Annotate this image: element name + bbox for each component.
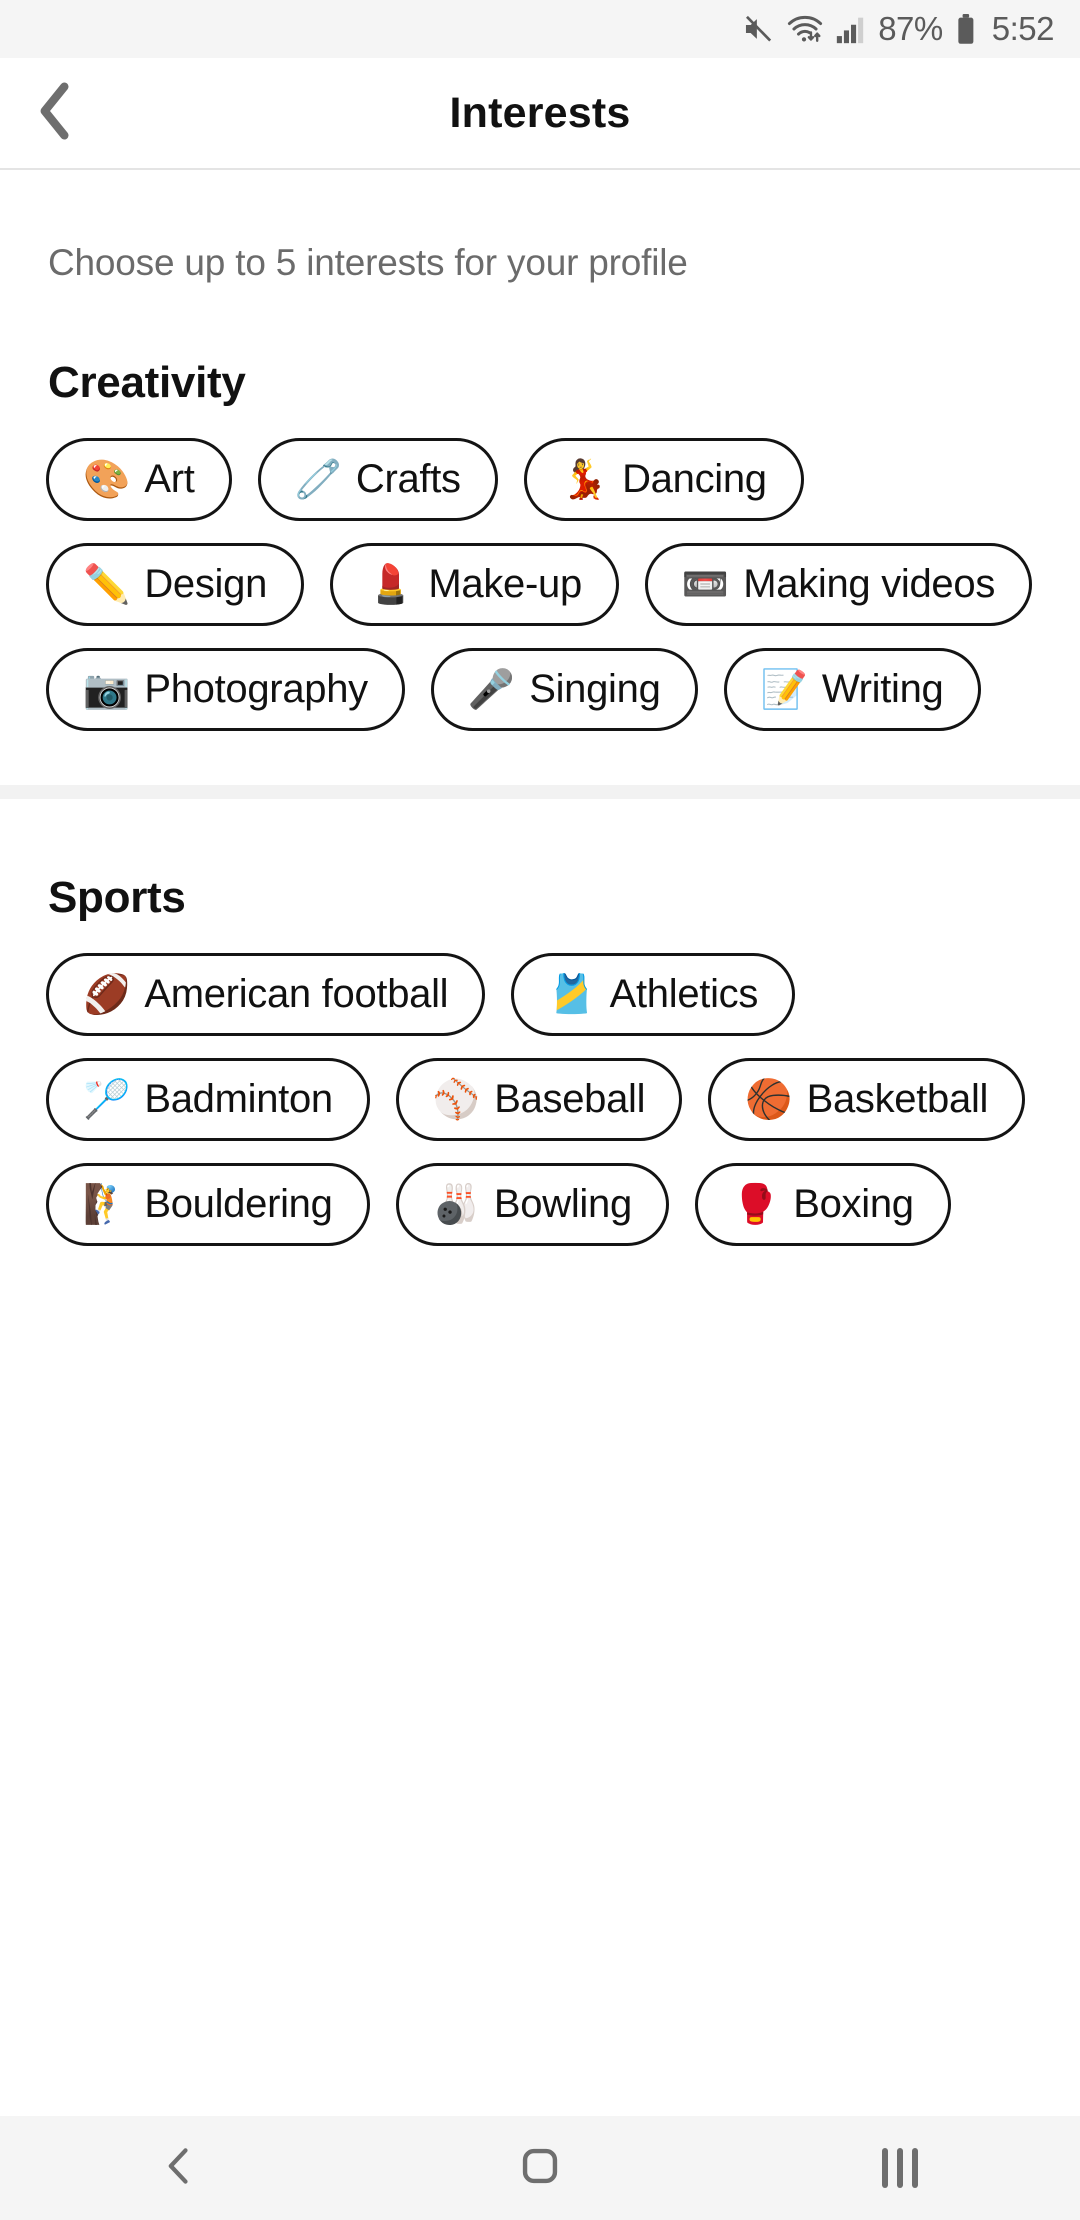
interest-chip[interactable]: 🏸 Badminton — [46, 1058, 370, 1141]
wifi-icon — [786, 12, 824, 46]
chip-group: 🏈 American football 🎽 Athletics 🏸 Badminton ⚾ B… — [0, 953, 1080, 1246]
running-shirt-icon: 🎽 — [548, 973, 596, 1016]
memo-icon: 📝 — [760, 668, 808, 711]
back-button[interactable] — [0, 57, 110, 169]
interest-chip[interactable]: 💄 Make-up — [330, 543, 619, 626]
interest-chip[interactable]: 🎤 Singing — [430, 648, 698, 731]
camera-icon: 📷 — [83, 668, 131, 711]
palette-icon: 🎨 — [83, 458, 131, 501]
interest-chip-label: Photography — [144, 667, 368, 711]
section-divider — [0, 785, 1080, 799]
nav-recents-icon — [882, 2148, 918, 2188]
interest-chip[interactable]: 📝 Writing — [723, 648, 981, 731]
sections-container: Creativity 🎨 Art 🧷 Crafts 💃 Dancing ✏️ Design 💄 Ma… — [0, 284, 1080, 1300]
page-title: Interests — [449, 88, 631, 137]
interest-chip-label: Design — [144, 562, 268, 606]
section-title: Creativity — [48, 358, 246, 407]
interest-chip-label: Athletics — [609, 972, 759, 1016]
badminton-icon: 🏸 — [83, 1078, 131, 1121]
interest-chip-label: Baseball — [494, 1077, 646, 1121]
nav-back-button[interactable] — [80, 2116, 280, 2220]
interest-chip[interactable]: ✏️ Design — [46, 543, 305, 626]
interest-chip-label: Dancing — [622, 457, 767, 501]
microphone-icon: 🎤 — [467, 668, 516, 711]
nav-back-icon — [158, 2144, 202, 2193]
american-football-icon: 🏈 — [83, 973, 131, 1016]
interest-chip[interactable]: 💃 Dancing — [523, 438, 804, 521]
battery-icon — [954, 12, 978, 46]
lipstick-icon: 💄 — [367, 563, 415, 606]
interest-chip[interactable]: 🥊 Boxing — [694, 1163, 951, 1246]
status-bar: 87% 5:52 — [0, 0, 1080, 58]
boxing-glove-icon: 🥊 — [731, 1183, 780, 1226]
system-nav-bar — [0, 2116, 1080, 2220]
cellular-signal-icon — [835, 12, 867, 46]
bowling-icon: 🎳 — [432, 1183, 480, 1226]
interest-chip-label: Making videos — [743, 562, 996, 606]
pencil-icon: ✏️ — [83, 563, 131, 606]
instruction-text: Choose up to 5 interests for your profil… — [48, 242, 688, 283]
interest-chip[interactable]: 🎽 Athletics — [511, 953, 796, 1036]
interest-chip-label: Bowling — [493, 1182, 632, 1226]
interest-chip-label: Badminton — [144, 1077, 333, 1121]
nav-recents-button[interactable] — [800, 2116, 1000, 2220]
nav-home-button[interactable] — [440, 2116, 640, 2220]
interest-chip-label: American football — [144, 972, 449, 1016]
interest-chip-label: Writing — [821, 667, 944, 711]
interest-chip[interactable]: 🎳 Bowling — [395, 1163, 669, 1246]
basketball-icon: 🏀 — [745, 1078, 793, 1121]
mute-icon — [741, 12, 775, 46]
battery-percent-label: 87% — [878, 10, 943, 47]
interest-chip[interactable]: 📷 Photography — [46, 648, 405, 731]
interest-chip[interactable]: ⚾ Baseball — [395, 1058, 683, 1141]
nav-home-icon — [517, 2143, 563, 2194]
back-chevron-icon — [32, 81, 78, 146]
interest-chip-label: Singing — [529, 667, 661, 711]
interest-chip[interactable]: 🎨 Art — [46, 438, 232, 521]
dancer-icon: 💃 — [560, 458, 609, 501]
interest-chip[interactable]: 🧷 Crafts — [257, 438, 498, 521]
climber-icon: 🧗 — [83, 1183, 131, 1226]
interest-chip[interactable]: 🧗 Bouldering — [46, 1163, 370, 1246]
baseball-icon: ⚾ — [432, 1078, 481, 1121]
interest-section: Sports 🏈 American football 🎽 Athletics 🏸 Badmi… — [0, 799, 1080, 1300]
interest-chip-label: Bouldering — [144, 1182, 333, 1226]
interest-chip-label: Make-up — [428, 562, 582, 606]
interest-chip-label: Crafts — [355, 457, 461, 501]
content-scroll-area[interactable]: Choose up to 5 interests for your profil… — [0, 170, 1080, 2116]
interest-chip[interactable]: 📼 Making videos — [644, 543, 1033, 626]
section-title: Sports — [48, 873, 186, 922]
videocassette-icon: 📼 — [681, 563, 730, 606]
app-header: Interests — [0, 58, 1080, 170]
interest-chip[interactable]: 🏈 American football — [46, 953, 486, 1036]
chip-group: 🎨 Art 🧷 Crafts 💃 Dancing ✏️ Design 💄 Make-up 📼 Maki… — [0, 438, 1080, 731]
clock-label: 5:52 — [991, 10, 1055, 47]
interest-chip-label: Boxing — [793, 1182, 914, 1226]
interest-chip[interactable]: 🏀 Basketball — [708, 1058, 1026, 1141]
interest-section: Creativity 🎨 Art 🧷 Crafts 💃 Dancing ✏️ Design 💄 Ma… — [0, 284, 1080, 785]
interests-screen: 87% 5:52 Interests Choose up to 5 intere… — [0, 0, 1080, 2220]
interest-chip-label: Basketball — [806, 1077, 989, 1121]
interest-chip-label: Art — [144, 457, 195, 501]
safety-pin-icon: 🧷 — [294, 458, 342, 501]
